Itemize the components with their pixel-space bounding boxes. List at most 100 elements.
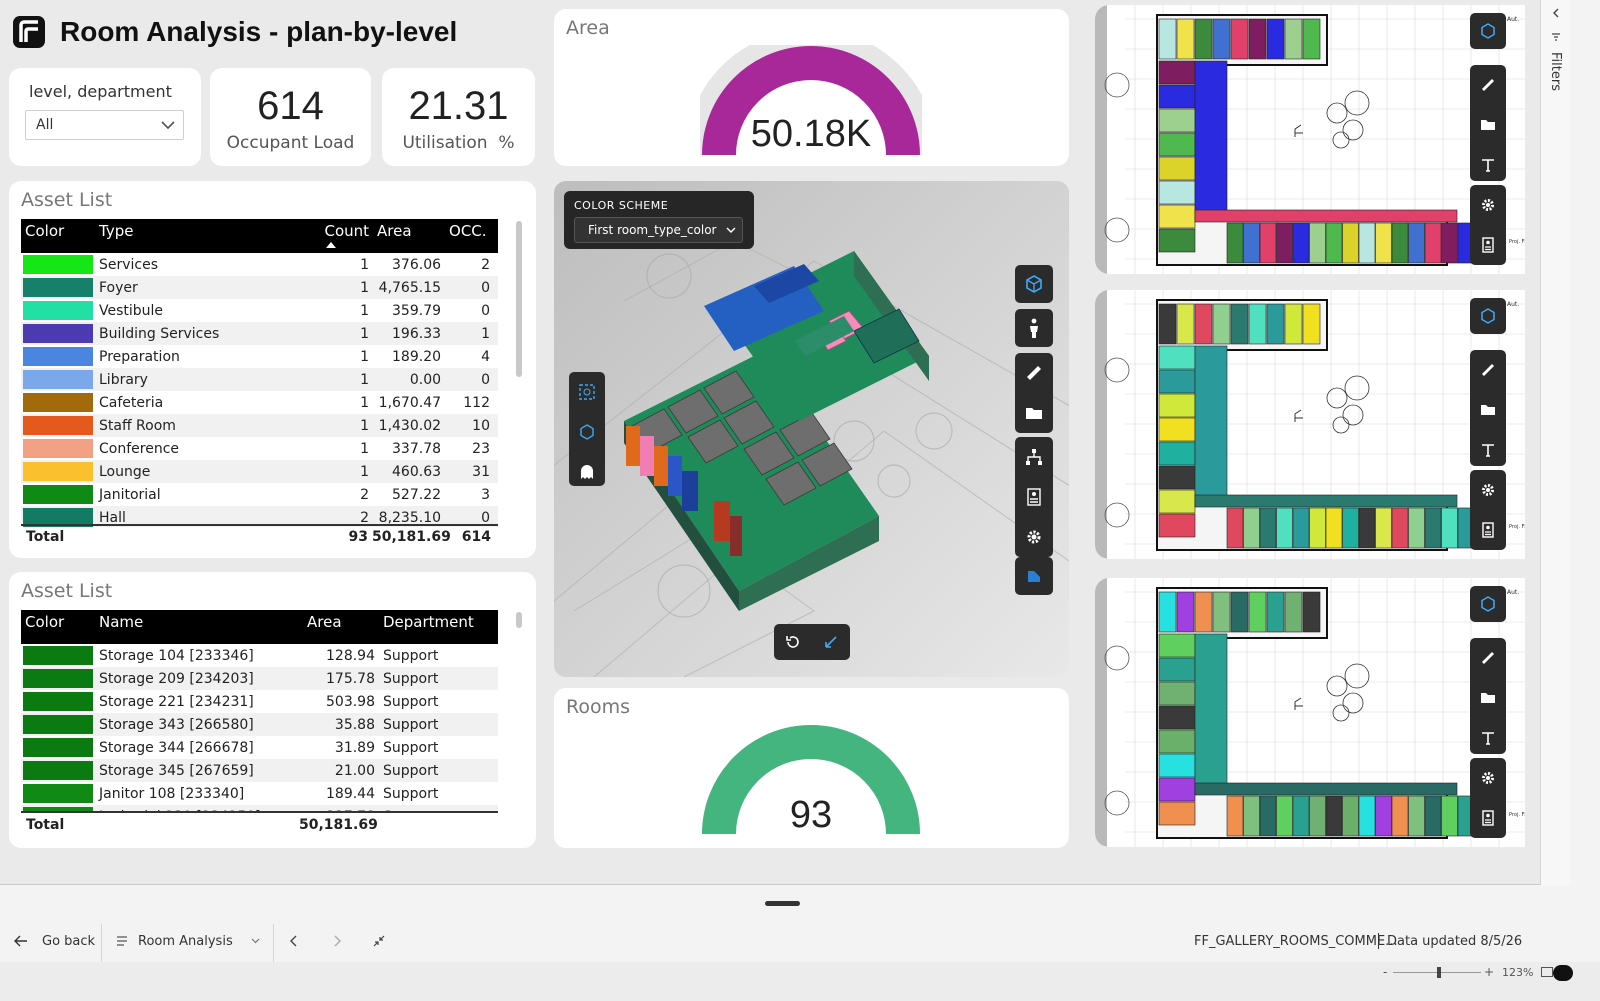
color-scheme-select[interactable]: First room_type_color xyxy=(574,217,743,243)
table-row[interactable]: Storage 104 [233346] 128.94 Support xyxy=(21,644,498,667)
building-3d-model xyxy=(554,181,1069,677)
ghost-icon[interactable] xyxy=(569,452,605,492)
column-header-area[interactable]: Area xyxy=(373,219,446,253)
table-row[interactable]: Cafeteria 1 1,670.47 112 xyxy=(21,391,498,414)
area-cell: 189.44 xyxy=(326,785,375,802)
table-row[interactable]: Conference 1 337.78 23 xyxy=(21,437,498,460)
viewer-extension-button[interactable] xyxy=(1015,557,1053,595)
plan-view-cube-button[interactable] xyxy=(1470,298,1506,334)
color-scheme-value: First room_type_color xyxy=(588,223,717,237)
table-row[interactable]: Vestibule 1 359.79 0 xyxy=(21,299,498,322)
gear-icon[interactable] xyxy=(1470,758,1506,798)
pane-toggle[interactable] xyxy=(1553,965,1573,981)
table-row[interactable]: Storage 344 [266678] 31.89 Support xyxy=(21,736,498,759)
table-row[interactable]: Storage 345 [267659] 21.00 Support xyxy=(21,759,498,782)
table-row[interactable]: Janitor 108 [233340] 189.44 Support xyxy=(21,782,498,805)
color-swatch xyxy=(23,715,93,734)
status-bar: - + 123% xyxy=(0,962,1600,1001)
folder-icon[interactable] xyxy=(1015,393,1053,433)
gear-icon[interactable] xyxy=(1470,185,1506,225)
folder-icon[interactable] xyxy=(1470,105,1506,145)
zoom-in-button[interactable]: + xyxy=(1484,965,1494,979)
column-header-area[interactable]: Area xyxy=(303,610,379,644)
text-tool-icon[interactable] xyxy=(1470,718,1506,758)
folder-icon[interactable] xyxy=(1470,390,1506,430)
zoom-level[interactable]: 123% xyxy=(1502,966,1533,979)
table-row[interactable]: Library 1 0.00 0 xyxy=(21,368,498,391)
properties-icon[interactable] xyxy=(1015,477,1053,517)
area-cell: 460.63 xyxy=(373,460,446,483)
table-row[interactable]: Storage 209 [234203] 175.78 Support xyxy=(21,667,498,690)
text-tool-icon[interactable] xyxy=(1470,430,1506,470)
table-row[interactable]: Lounge 1 460.63 31 xyxy=(21,460,498,483)
color-swatch xyxy=(23,347,93,366)
asset-name-table-wrap[interactable]: Color Name Area Department Storage 104 [… xyxy=(21,610,498,812)
column-header-color[interactable]: Color xyxy=(21,219,95,253)
slicer-dropdown[interactable]: All xyxy=(25,110,184,140)
asset-name-table-body: Storage 104 [233346] 128.94 Support Storage… xyxy=(21,644,498,812)
table-row[interactable]: Foyer 1 4,765.15 0 xyxy=(21,276,498,299)
canvas-resize-handle[interactable] xyxy=(765,901,800,906)
floor-plan-viewer-2[interactable]: Aut. Proj. FL. xyxy=(1095,290,1525,559)
column-header-count[interactable]: Count xyxy=(320,219,374,253)
measure-icon[interactable] xyxy=(1470,350,1506,390)
area-cell: 527.22 xyxy=(392,486,442,503)
orbit-cube-button[interactable] xyxy=(1015,265,1053,303)
measure-icon[interactable] xyxy=(1015,353,1053,393)
table-row[interactable]: Services 1 376.06 2 xyxy=(21,253,498,276)
column-header-color[interactable]: Color xyxy=(21,610,95,644)
text-tool-icon[interactable] xyxy=(1470,145,1506,185)
page-selector[interactable]: Room Analysis xyxy=(116,920,264,962)
model-viewer-3d[interactable]: COLOR SCHEME First room_type_color xyxy=(554,181,1069,677)
column-header-department[interactable]: Department xyxy=(379,610,498,644)
zoom-fit-icon[interactable] xyxy=(569,372,605,412)
gear-icon[interactable] xyxy=(1015,517,1053,557)
previous-page-button[interactable] xyxy=(290,920,298,962)
type-cell: Building Services xyxy=(95,322,321,345)
plan-view-cube-button[interactable] xyxy=(1470,586,1506,622)
color-cell xyxy=(21,414,95,437)
floor-plan-viewer-3[interactable]: Aut. Proj. FL. xyxy=(1095,578,1525,847)
table-scrollbar[interactable] xyxy=(516,221,522,377)
table-row[interactable]: Storage 221 [234231] 503.98 Support xyxy=(21,690,498,713)
type-cell: Vestibule xyxy=(99,302,164,319)
column-header-occ[interactable]: OCC. xyxy=(445,219,498,253)
count-cell: 1 xyxy=(360,302,370,319)
table-row[interactable]: Building Services 1 196.33 1 xyxy=(21,322,498,345)
pan-icon[interactable] xyxy=(812,624,850,660)
properties-icon[interactable] xyxy=(1470,798,1506,838)
plan-view-cube-button[interactable] xyxy=(1470,13,1506,49)
table-row[interactable]: Storage 343 [266580] 35.88 Support xyxy=(21,713,498,736)
table-row[interactable]: Preparation 1 189.20 4 xyxy=(21,345,498,368)
properties-icon[interactable] xyxy=(1470,510,1506,550)
reset-view-icon[interactable] xyxy=(774,624,812,660)
measure-icon[interactable] xyxy=(1470,65,1506,105)
column-header-type[interactable]: Type xyxy=(95,219,321,253)
filters-pane-collapsed[interactable]: Filters xyxy=(1540,0,1570,885)
table-scrollbar[interactable] xyxy=(516,612,522,628)
properties-icon[interactable] xyxy=(1470,225,1506,265)
collapse-button[interactable] xyxy=(373,920,385,962)
type-cell: Services xyxy=(99,256,159,273)
column-header-name[interactable]: Name xyxy=(95,610,303,644)
measure-icon[interactable] xyxy=(1470,638,1506,678)
asset-type-table-wrap[interactable]: Color Type Count Area OCC. Services 1 376.… xyxy=(21,219,498,527)
floor-plan-viewer-1[interactable]: Aut. Proj. FL. xyxy=(1095,5,1525,274)
color-swatch xyxy=(23,370,93,389)
folder-icon[interactable] xyxy=(1470,678,1506,718)
kpi-card-utilisation: 21.31 Utilisation % xyxy=(382,68,535,166)
zoom-out-button[interactable]: - xyxy=(1383,965,1387,979)
next-page-button[interactable] xyxy=(333,920,341,962)
dataset-name[interactable]: FF_GALLERY_ROOMS_COMME... xyxy=(1194,920,1398,962)
model-tree-icon[interactable] xyxy=(1015,437,1053,477)
cube-view-icon[interactable] xyxy=(569,412,605,452)
table-row[interactable]: Janitorial 2 527.22 3 xyxy=(21,483,498,506)
gear-icon[interactable] xyxy=(1470,470,1506,510)
type-cell: Foyer xyxy=(95,276,321,299)
first-person-button[interactable] xyxy=(1015,309,1053,347)
zoom-slider[interactable] xyxy=(1393,967,1481,978)
table-row[interactable]: Staff Room 1 1,430.02 10 xyxy=(21,414,498,437)
fit-page-icon[interactable] xyxy=(1541,967,1553,977)
go-back-button[interactable]: Go back xyxy=(14,920,95,962)
zoom-slider-thumb[interactable] xyxy=(1437,967,1441,978)
